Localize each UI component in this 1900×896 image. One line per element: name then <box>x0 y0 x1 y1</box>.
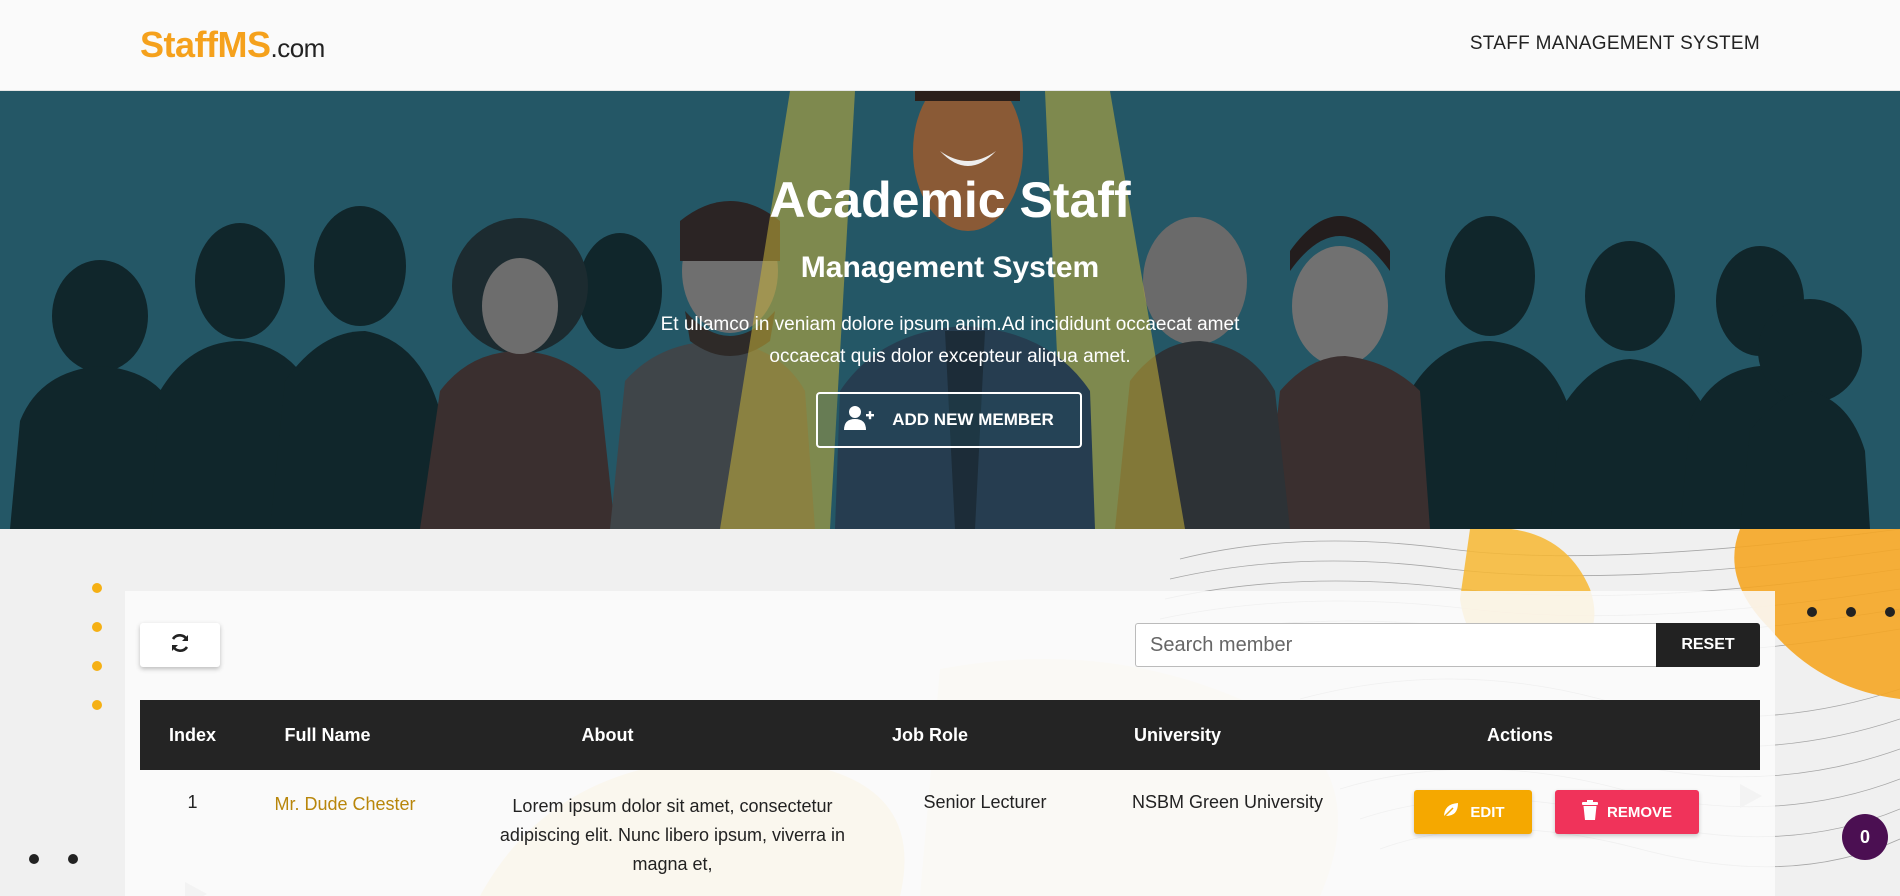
hero-title: Academic Staff <box>769 172 1131 228</box>
edit-button[interactable]: EDIT <box>1414 790 1532 834</box>
column-header-job-role: Job Role <box>891 725 968 745</box>
cell-about: Lorem ipsum dolor sit amet, consectetur … <box>499 796 846 874</box>
remove-button[interactable]: REMOVE <box>1555 790 1699 834</box>
edit-label: EDIT <box>1470 803 1505 821</box>
column-header-actions: Actions <box>1486 725 1553 745</box>
refresh-icon <box>169 632 191 659</box>
brand-name: StaffMS <box>140 24 271 65</box>
column-header-university: University <box>1133 725 1222 745</box>
add-new-member-label: ADD NEW MEMBER <box>892 410 1054 429</box>
leaf-icon <box>1441 800 1461 824</box>
hero-banner: Academic Staff Management System Et ulla… <box>0 91 1900 529</box>
column-header-index: Index <box>168 725 216 745</box>
top-navbar: StaffMS.com STAFF MANAGEMENT SYSTEM <box>0 0 1900 91</box>
trash-icon <box>1581 800 1598 824</box>
search-input[interactable] <box>1135 623 1656 667</box>
cell-index: 1 <box>187 792 198 812</box>
column-header-full-name: Full Name <box>284 725 371 745</box>
brand-tld: .com <box>270 33 326 63</box>
table-header: Index Full Name About Job Role Universit… <box>140 700 1760 770</box>
reset-button[interactable]: RESET <box>1656 623 1760 667</box>
refresh-button[interactable] <box>140 623 220 667</box>
brand-logo[interactable]: StaffMS.com <box>140 24 325 66</box>
notification-badge[interactable]: 0 <box>1842 814 1888 860</box>
column-header-about: About <box>581 725 634 745</box>
remove-label: REMOVE <box>1606 803 1672 821</box>
user-plus-icon <box>844 405 875 436</box>
hero-description: Et ullamco in veniam dolore ipsum anim.A… <box>660 314 1240 367</box>
cell-job-role: Senior Lecturer <box>923 792 1047 812</box>
hero-subtitle: Management System <box>800 251 1100 284</box>
cell-full-name[interactable]: Mr. Dude Chester <box>255 794 435 815</box>
add-new-member-button[interactable]: ADD NEW MEMBER <box>816 392 1082 448</box>
nav-title[interactable]: STAFF MANAGEMENT SYSTEM <box>1470 33 1760 55</box>
cell-university: NSBM Green University <box>1131 792 1324 812</box>
